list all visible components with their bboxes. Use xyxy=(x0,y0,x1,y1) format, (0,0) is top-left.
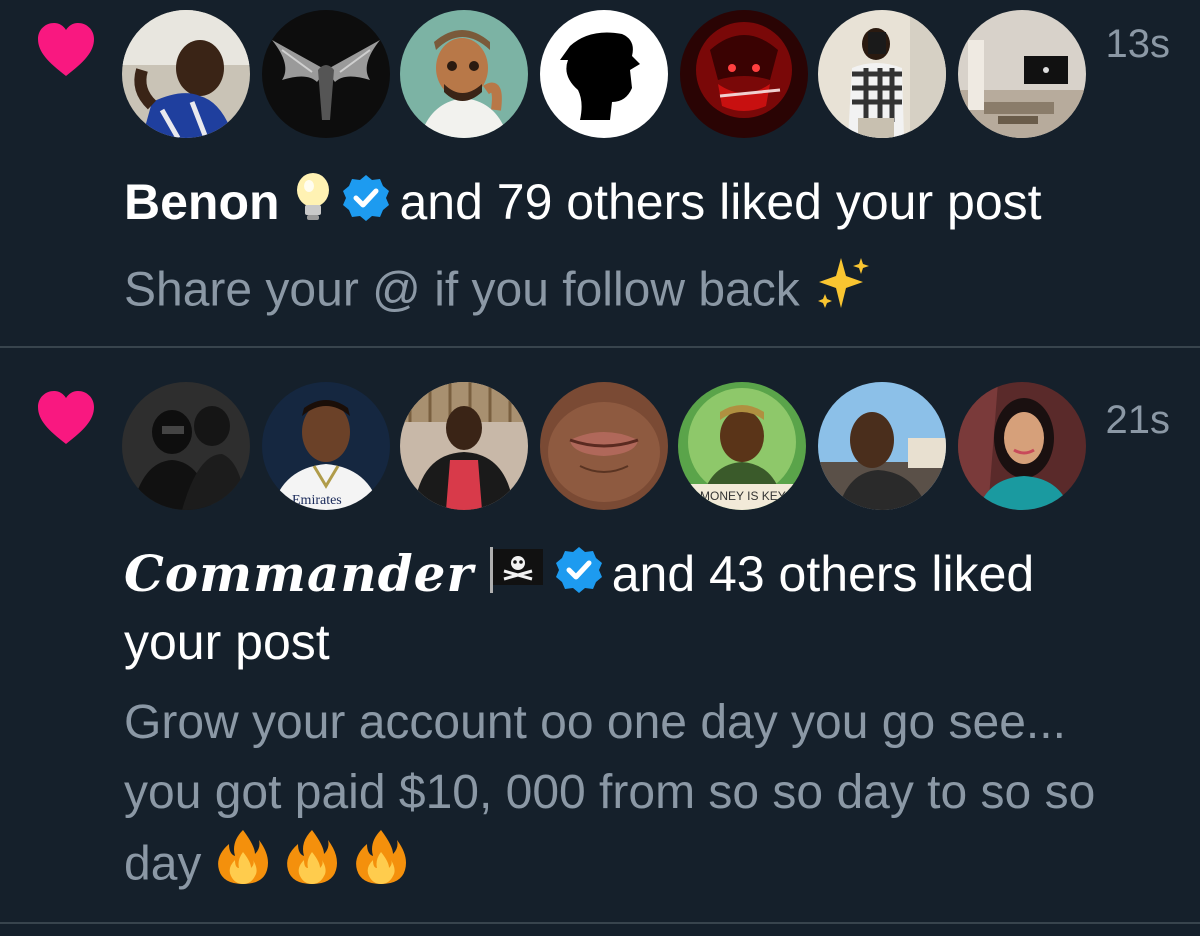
verified-badge-icon xyxy=(554,545,604,610)
verified-badge-icon xyxy=(341,173,391,238)
notification-headline: Commander and 43 others liked your post xyxy=(124,542,1174,674)
avatar[interactable] xyxy=(540,382,668,510)
liked-text-continued: your post xyxy=(124,614,330,671)
heart-icon xyxy=(36,22,96,78)
fire-icon xyxy=(284,828,340,906)
svg-text:Emirates: Emirates xyxy=(292,493,342,508)
avatar[interactable] xyxy=(540,10,668,138)
divider xyxy=(0,922,1200,924)
svg-text:MONEY IS KEY: MONEY IS KEY xyxy=(700,489,786,503)
sparkles-icon xyxy=(813,254,871,332)
avatar[interactable] xyxy=(818,382,946,510)
lightbulb-icon xyxy=(293,172,333,239)
post-text: Share your @ if you follow back xyxy=(124,263,800,317)
avatar[interactable]: MONEY IS KEY xyxy=(678,382,806,510)
timestamp: 13s xyxy=(1105,22,1171,66)
avatar[interactable] xyxy=(400,382,528,510)
timestamp: 21s xyxy=(1105,398,1171,442)
user-name-link[interactable]: Commander xyxy=(124,544,474,603)
avatar[interactable] xyxy=(122,10,250,138)
post-preview-text: Share your @ if you follow back xyxy=(124,254,1154,332)
liked-text: and 43 others liked xyxy=(611,546,1035,602)
liked-text: and 79 others liked your post xyxy=(399,174,1042,230)
fire-icon xyxy=(215,828,271,906)
avatar-row: Emirates MONEY IS KEY xyxy=(122,382,1092,512)
avatar[interactable] xyxy=(958,382,1086,510)
avatar[interactable] xyxy=(122,382,250,510)
pirate-flag-icon xyxy=(488,545,546,610)
notification-headline: Benon and 79 others liked your post xyxy=(124,170,1174,239)
heart-icon xyxy=(36,390,96,446)
avatar[interactable]: Emirates xyxy=(262,382,390,510)
post-preview-text: Grow your account oo one day you go see.… xyxy=(124,688,1154,906)
avatar-row xyxy=(122,10,1092,140)
fire-icon xyxy=(353,828,409,906)
notification-item-2[interactable]: Emirates MONEY IS KEY 21s Commander and … xyxy=(0,348,1200,922)
user-name-link[interactable]: Benon xyxy=(124,174,280,230)
avatar[interactable] xyxy=(680,10,808,138)
avatar[interactable] xyxy=(958,10,1086,138)
avatar[interactable] xyxy=(400,10,528,138)
avatar[interactable] xyxy=(262,10,390,138)
avatar[interactable] xyxy=(818,10,946,138)
notification-item-1[interactable]: 13s Benon and 79 others liked your post … xyxy=(0,0,1200,346)
